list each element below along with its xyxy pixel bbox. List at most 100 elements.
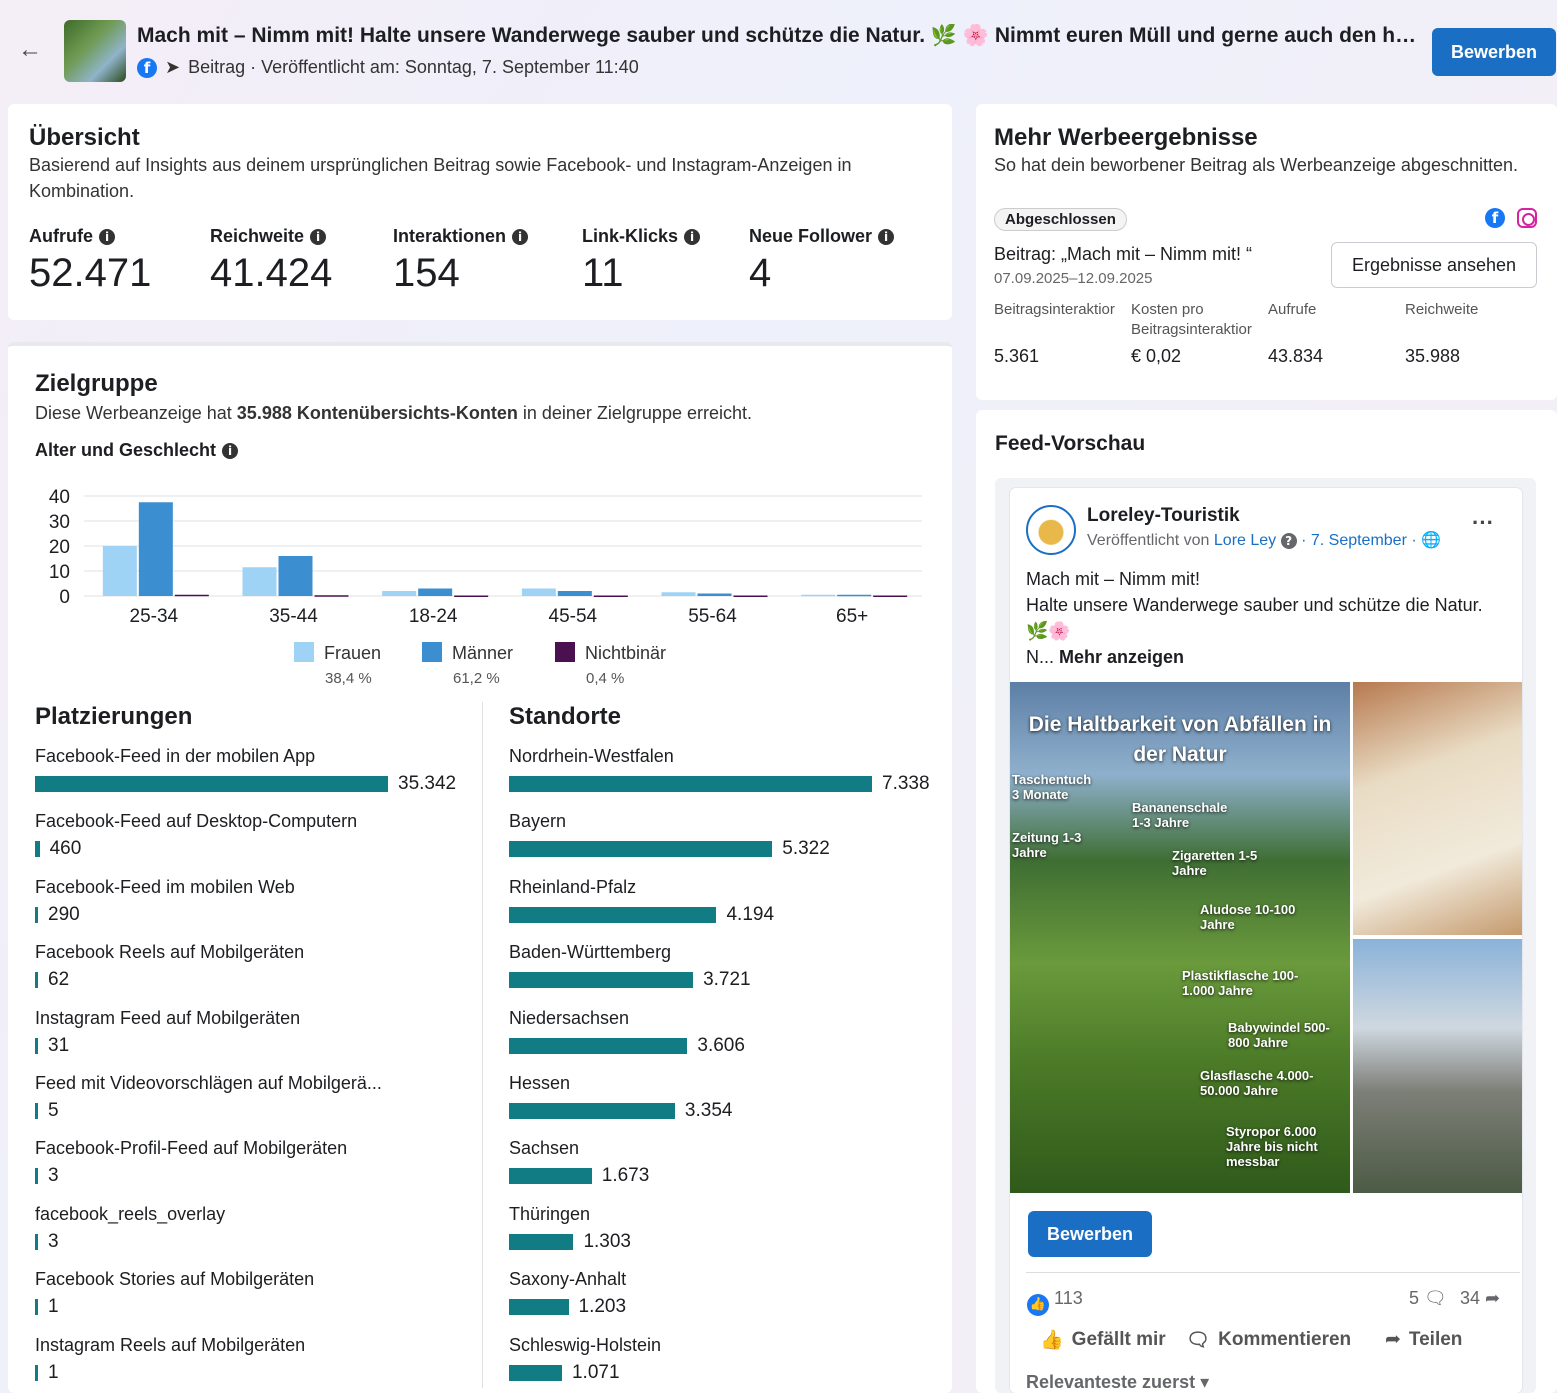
sort-dropdown[interactable]: Relevanteste zuerst ▾ (1026, 1372, 1209, 1393)
boost-button[interactable]: Bewerben (1432, 28, 1556, 76)
legend-nonbinary[interactable]: Nichtbinär (555, 642, 666, 664)
bar-nichtbinär[interactable] (454, 595, 489, 598)
facebook-icon: f (137, 57, 157, 78)
bar-frauen[interactable] (521, 588, 556, 597)
bar-nichtbinär[interactable] (733, 595, 768, 598)
col-label: Beitragsinteraktior (994, 301, 1115, 318)
page-avatar[interactable] (1026, 505, 1076, 555)
bar-männer[interactable] (837, 594, 872, 597)
legend-label: Frauen (324, 643, 382, 663)
bar-frauen[interactable] (661, 592, 696, 596)
more-options-icon[interactable]: ··· (1472, 510, 1494, 536)
row-value: 5 (48, 1100, 59, 1121)
legend-pct: 61,2 % (453, 670, 500, 687)
post-image-main[interactable]: Die Haltbarkeit von Abfällen in der Natu… (1010, 682, 1350, 1193)
post-image-people[interactable] (1353, 939, 1522, 1193)
row-label: facebook_reels_overlay (35, 1203, 226, 1224)
post-image-bags[interactable] (1353, 682, 1522, 935)
share-count-area[interactable]: 34 ➦ (1460, 1288, 1500, 1309)
row-label: Facebook-Feed im mobilen Web (35, 876, 295, 897)
y-tick-label: 0 (59, 587, 70, 608)
age-gender-label: Alter und Geschlecht (35, 440, 217, 460)
page-name[interactable]: Loreley-Touristik (1087, 505, 1240, 527)
metric-label: Aufrufe (29, 226, 93, 246)
bar-frauen[interactable] (382, 591, 417, 596)
bar-männer[interactable] (557, 591, 592, 596)
col-value: 5.361 (994, 346, 1040, 366)
ad-post-label: Beitrag: „Mach mit – Nimm mit! “ (994, 244, 1253, 264)
share-action[interactable]: ➦ Teilen (1385, 1328, 1462, 1351)
bar-nichtbinär[interactable] (873, 595, 908, 598)
image-overlay-item: Zigaretten 1-5 Jahre (1172, 848, 1258, 878)
metric-value: 41.424 (210, 251, 333, 295)
metric-label: Interaktionen (393, 226, 507, 246)
image-overlay-item: Styropor 6.000 Jahre bis nicht messbar (1226, 1124, 1318, 1169)
like-action[interactable]: 👍 Gefällt mir (1040, 1328, 1166, 1352)
legend-women[interactable]: Frauen (294, 642, 381, 664)
audience-subtitle-bold: 35.988 Kontenübersichts-Konten (236, 403, 518, 423)
comment-action[interactable]: 🗨 Kommentieren (1186, 1328, 1351, 1352)
back-arrow-icon[interactable]: ← (18, 36, 42, 64)
y-tick-label: 10 (49, 562, 70, 583)
info-icon[interactable]: i (310, 228, 327, 245)
bar-nichtbinär[interactable] (174, 594, 209, 597)
comment-count-area[interactable]: 5 🗨 (1409, 1288, 1447, 1309)
row-value: 1.071 (571, 1361, 620, 1383)
bar-männer[interactable] (418, 588, 453, 597)
post-boost-button[interactable]: Bewerben (1028, 1211, 1152, 1257)
col-value: 35.988 (1405, 346, 1461, 366)
help-icon[interactable]: ? (1280, 533, 1297, 549)
view-results-button[interactable]: Ergebnisse ansehen (1331, 242, 1537, 288)
audience-title: Zielgruppe (35, 370, 158, 397)
metric-link-clicks: Link-Klicks i 11 (582, 226, 701, 296)
legend-pct: 0,4 % (586, 670, 625, 687)
like-action-label: Gefällt mir (1071, 1329, 1166, 1350)
col-label: Kosten pro Beitragsinteraktior (1131, 301, 1252, 338)
metric-views: Aufrufe i 52.471 (29, 226, 151, 296)
share-action-label: Teilen (1408, 1328, 1463, 1350)
legend-label: Männer (452, 643, 514, 663)
bar-nichtbinär[interactable] (314, 595, 349, 597)
metric-interactions: Interaktionen i 154 (393, 226, 529, 296)
row-value: 1.673 (601, 1165, 650, 1187)
legend-men[interactable]: Männer (422, 642, 513, 664)
info-icon[interactable]: i (222, 442, 239, 459)
row-value: 1.303 (583, 1230, 631, 1252)
more-results-card: Mehr Werbeergebnisse So hat dein beworbe… (976, 104, 1557, 400)
info-icon[interactable]: i (684, 228, 701, 245)
info-icon[interactable]: i (99, 228, 115, 245)
ad-date-range: 07.09.2025–12.09.2025 (994, 270, 1153, 287)
row-bar (509, 1299, 569, 1316)
bar-frauen[interactable] (102, 546, 137, 596)
bar-frauen[interactable] (801, 594, 836, 597)
more-results-subtitle: So hat dein beworbener Beitrag als Werbe… (994, 155, 1519, 175)
published-by-pre: Veröffentlicht von (1087, 532, 1214, 549)
row-bar (509, 776, 872, 792)
comment-bubble-icon: 🗨 (1424, 1288, 1447, 1308)
row-value: 1.203 (578, 1296, 627, 1318)
image-overlay-item: Aludose 10-100 Jahre (1200, 902, 1296, 932)
bar-frauen[interactable] (242, 567, 277, 596)
status-badge: Abgeschlossen (994, 208, 1127, 231)
image-overlay-title: Die Haltbarkeit von Abfällen in der Natu… (1028, 713, 1332, 766)
audience-subtitle-pre: Diese Werbeanzeige hat (35, 403, 237, 423)
bar-männer[interactable] (697, 593, 732, 597)
row-value: 460 (49, 838, 82, 860)
bar-männer[interactable] (138, 502, 173, 596)
row-bar (35, 1168, 38, 1185)
info-icon[interactable]: i (878, 228, 895, 245)
col-label: Aufrufe (1268, 301, 1317, 318)
published-date[interactable]: · 7. September · (1301, 532, 1417, 549)
row-bar (509, 1233, 574, 1250)
info-icon[interactable]: i (512, 228, 529, 245)
row-value: 3.606 (697, 1034, 745, 1056)
reactions[interactable]: 👍 113 (1027, 1288, 1083, 1316)
metric-reach: Reichweite i 41.424 (210, 226, 332, 296)
published-by-name[interactable]: Lore Ley (1214, 532, 1276, 549)
image-overlay-item: Glasflasche 4.000-50.000 Jahre (1200, 1068, 1314, 1098)
bar-nichtbinär[interactable] (593, 595, 628, 598)
bar-männer[interactable] (278, 556, 313, 596)
see-more-link[interactable]: Mehr anzeigen (1059, 647, 1184, 667)
overview-subtitle: Basierend auf Insights aus deinem ursprü… (29, 155, 852, 201)
row-label: Instagram Feed auf Mobilgeräten (35, 1007, 301, 1028)
